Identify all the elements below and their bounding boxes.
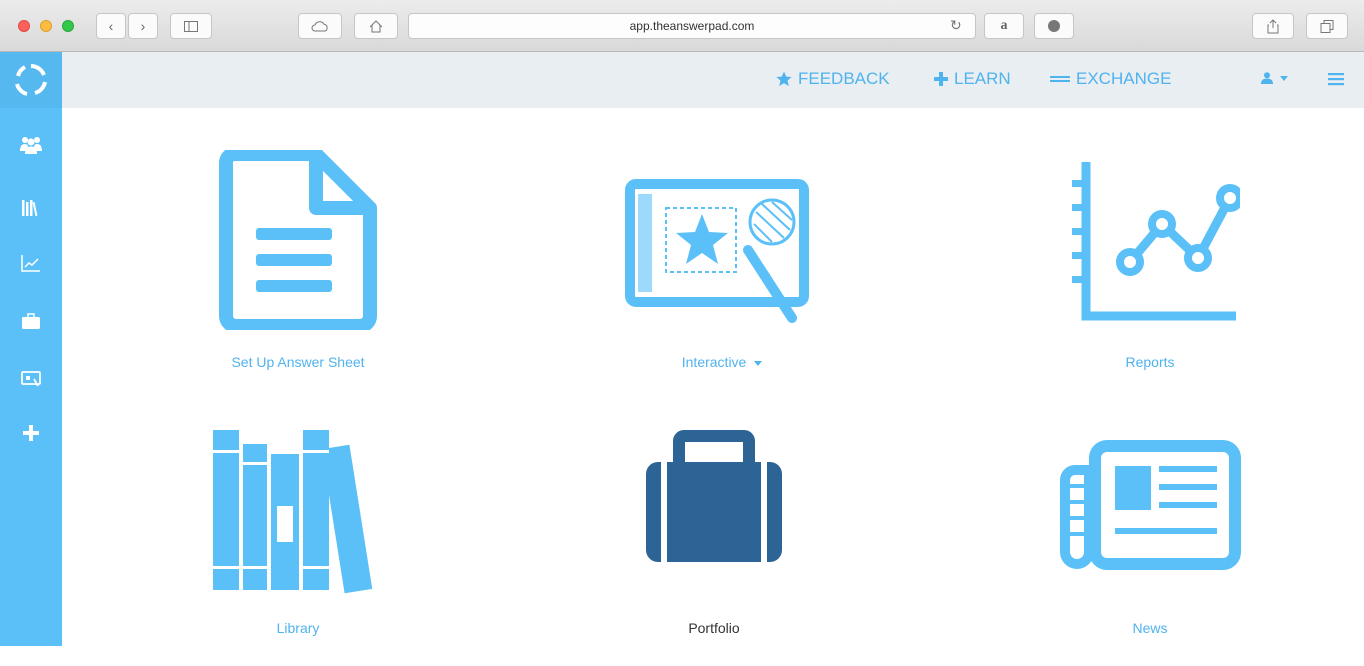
books-icon [22, 200, 38, 216]
tile-reports[interactable]: Reports [990, 150, 1310, 390]
chevron-right-icon: › [140, 18, 146, 34]
menu-button[interactable] [1328, 72, 1344, 86]
interactive-label: Interactive [681, 354, 747, 370]
plus-icon [934, 72, 948, 86]
tile-label: Portfolio [688, 620, 740, 636]
home-button[interactable] [354, 13, 398, 39]
plus-icon [23, 425, 39, 441]
tile-label: Reports [1125, 354, 1175, 370]
adblock-icon [1048, 20, 1060, 32]
line-chart-icon [21, 255, 40, 272]
address-bar[interactable]: app.theanswerpad.com [408, 13, 976, 39]
amazon-icon: a [1000, 18, 1008, 33]
tile-news[interactable]: News [990, 426, 1310, 666]
exchange-link[interactable]: EXCHANGE [1050, 69, 1171, 89]
tile-icon-wrap [554, 426, 874, 616]
answer-sheet-document-icon [219, 150, 377, 330]
tile-label: Set Up Answer Sheet [231, 354, 365, 370]
user-menu-button[interactable] [1260, 72, 1288, 84]
star-icon [776, 71, 792, 86]
tile-label: Library [276, 620, 320, 636]
interactive-board-icon [21, 371, 41, 387]
forward-button[interactable]: › [128, 13, 158, 39]
tabs-icon [1320, 19, 1334, 33]
user-icon [1261, 72, 1273, 84]
back-button[interactable]: ‹ [96, 13, 126, 39]
app-logo[interactable] [0, 52, 62, 108]
tile-label: Interactive [562, 354, 882, 370]
sidebar-toggle-button[interactable] [170, 13, 212, 39]
close-window-button[interactable] [18, 20, 30, 32]
feedback-link[interactable]: FEEDBACK [776, 69, 890, 89]
tile-icon-wrap [138, 426, 458, 616]
tile-icon-wrap [138, 150, 458, 340]
tile-interactive[interactable]: Interactive [562, 150, 882, 390]
library-books-icon [213, 430, 373, 594]
share-button[interactable] [1252, 13, 1294, 39]
tabs-overview-button[interactable] [1306, 13, 1348, 39]
sidebar-item-students[interactable] [20, 134, 42, 156]
chevron-left-icon: ‹ [108, 18, 114, 34]
tile-set-up-answer-sheet[interactable]: Set Up Answer Sheet [138, 150, 458, 390]
feedback-label: FEEDBACK [798, 69, 890, 88]
tile-icon-wrap [562, 150, 882, 340]
learn-link[interactable]: LEARN [934, 69, 1011, 89]
tile-portfolio[interactable]: Portfolio [554, 426, 874, 666]
minimize-window-button[interactable] [40, 20, 52, 32]
caret-down-icon [1280, 75, 1288, 81]
tile-library[interactable]: Library [138, 426, 458, 666]
app-sidebar [0, 52, 62, 646]
users-group-icon [20, 137, 42, 154]
sidebar-item-interactive[interactable] [20, 368, 42, 390]
share-icon [1267, 18, 1279, 33]
app-topbar: FEEDBACK LEARN EXCHANGE [62, 52, 1364, 108]
newspaper-icon [1060, 440, 1241, 570]
home-icon [369, 19, 383, 32]
reports-line-chart-icon [1072, 162, 1240, 321]
sidebar-icon [184, 20, 198, 32]
hamburger-icon [1328, 73, 1344, 86]
portfolio-briefcase-icon [646, 430, 782, 562]
sidebar-item-library[interactable] [20, 196, 42, 218]
icloud-button[interactable] [298, 13, 342, 39]
caret-down-icon [754, 360, 763, 366]
amazon-extension-button[interactable]: a [984, 13, 1024, 39]
zoom-window-button[interactable] [62, 20, 74, 32]
browser-toolbar: ‹ › app.theanswerpad.com ↻ a [0, 0, 1364, 52]
adblock-extension-button[interactable] [1034, 13, 1074, 39]
sidebar-item-reports[interactable] [20, 252, 42, 274]
sidebar-item-portfolio[interactable] [20, 310, 42, 332]
sidebar-item-add[interactable] [20, 422, 42, 444]
tile-icon-wrap [990, 426, 1310, 616]
learn-label: LEARN [954, 69, 1011, 88]
answerpad-logo-icon [15, 64, 47, 96]
interactive-whiteboard-icon [625, 179, 809, 323]
cloud-icon [311, 20, 328, 31]
tile-icon-wrap [990, 150, 1310, 340]
reload-icon[interactable]: ↻ [950, 17, 962, 34]
url-text: app.theanswerpad.com [629, 19, 755, 33]
briefcase-icon [22, 313, 40, 329]
exchange-label: EXCHANGE [1076, 69, 1172, 88]
exchange-icon [1050, 76, 1070, 82]
tile-label: News [1132, 620, 1168, 636]
